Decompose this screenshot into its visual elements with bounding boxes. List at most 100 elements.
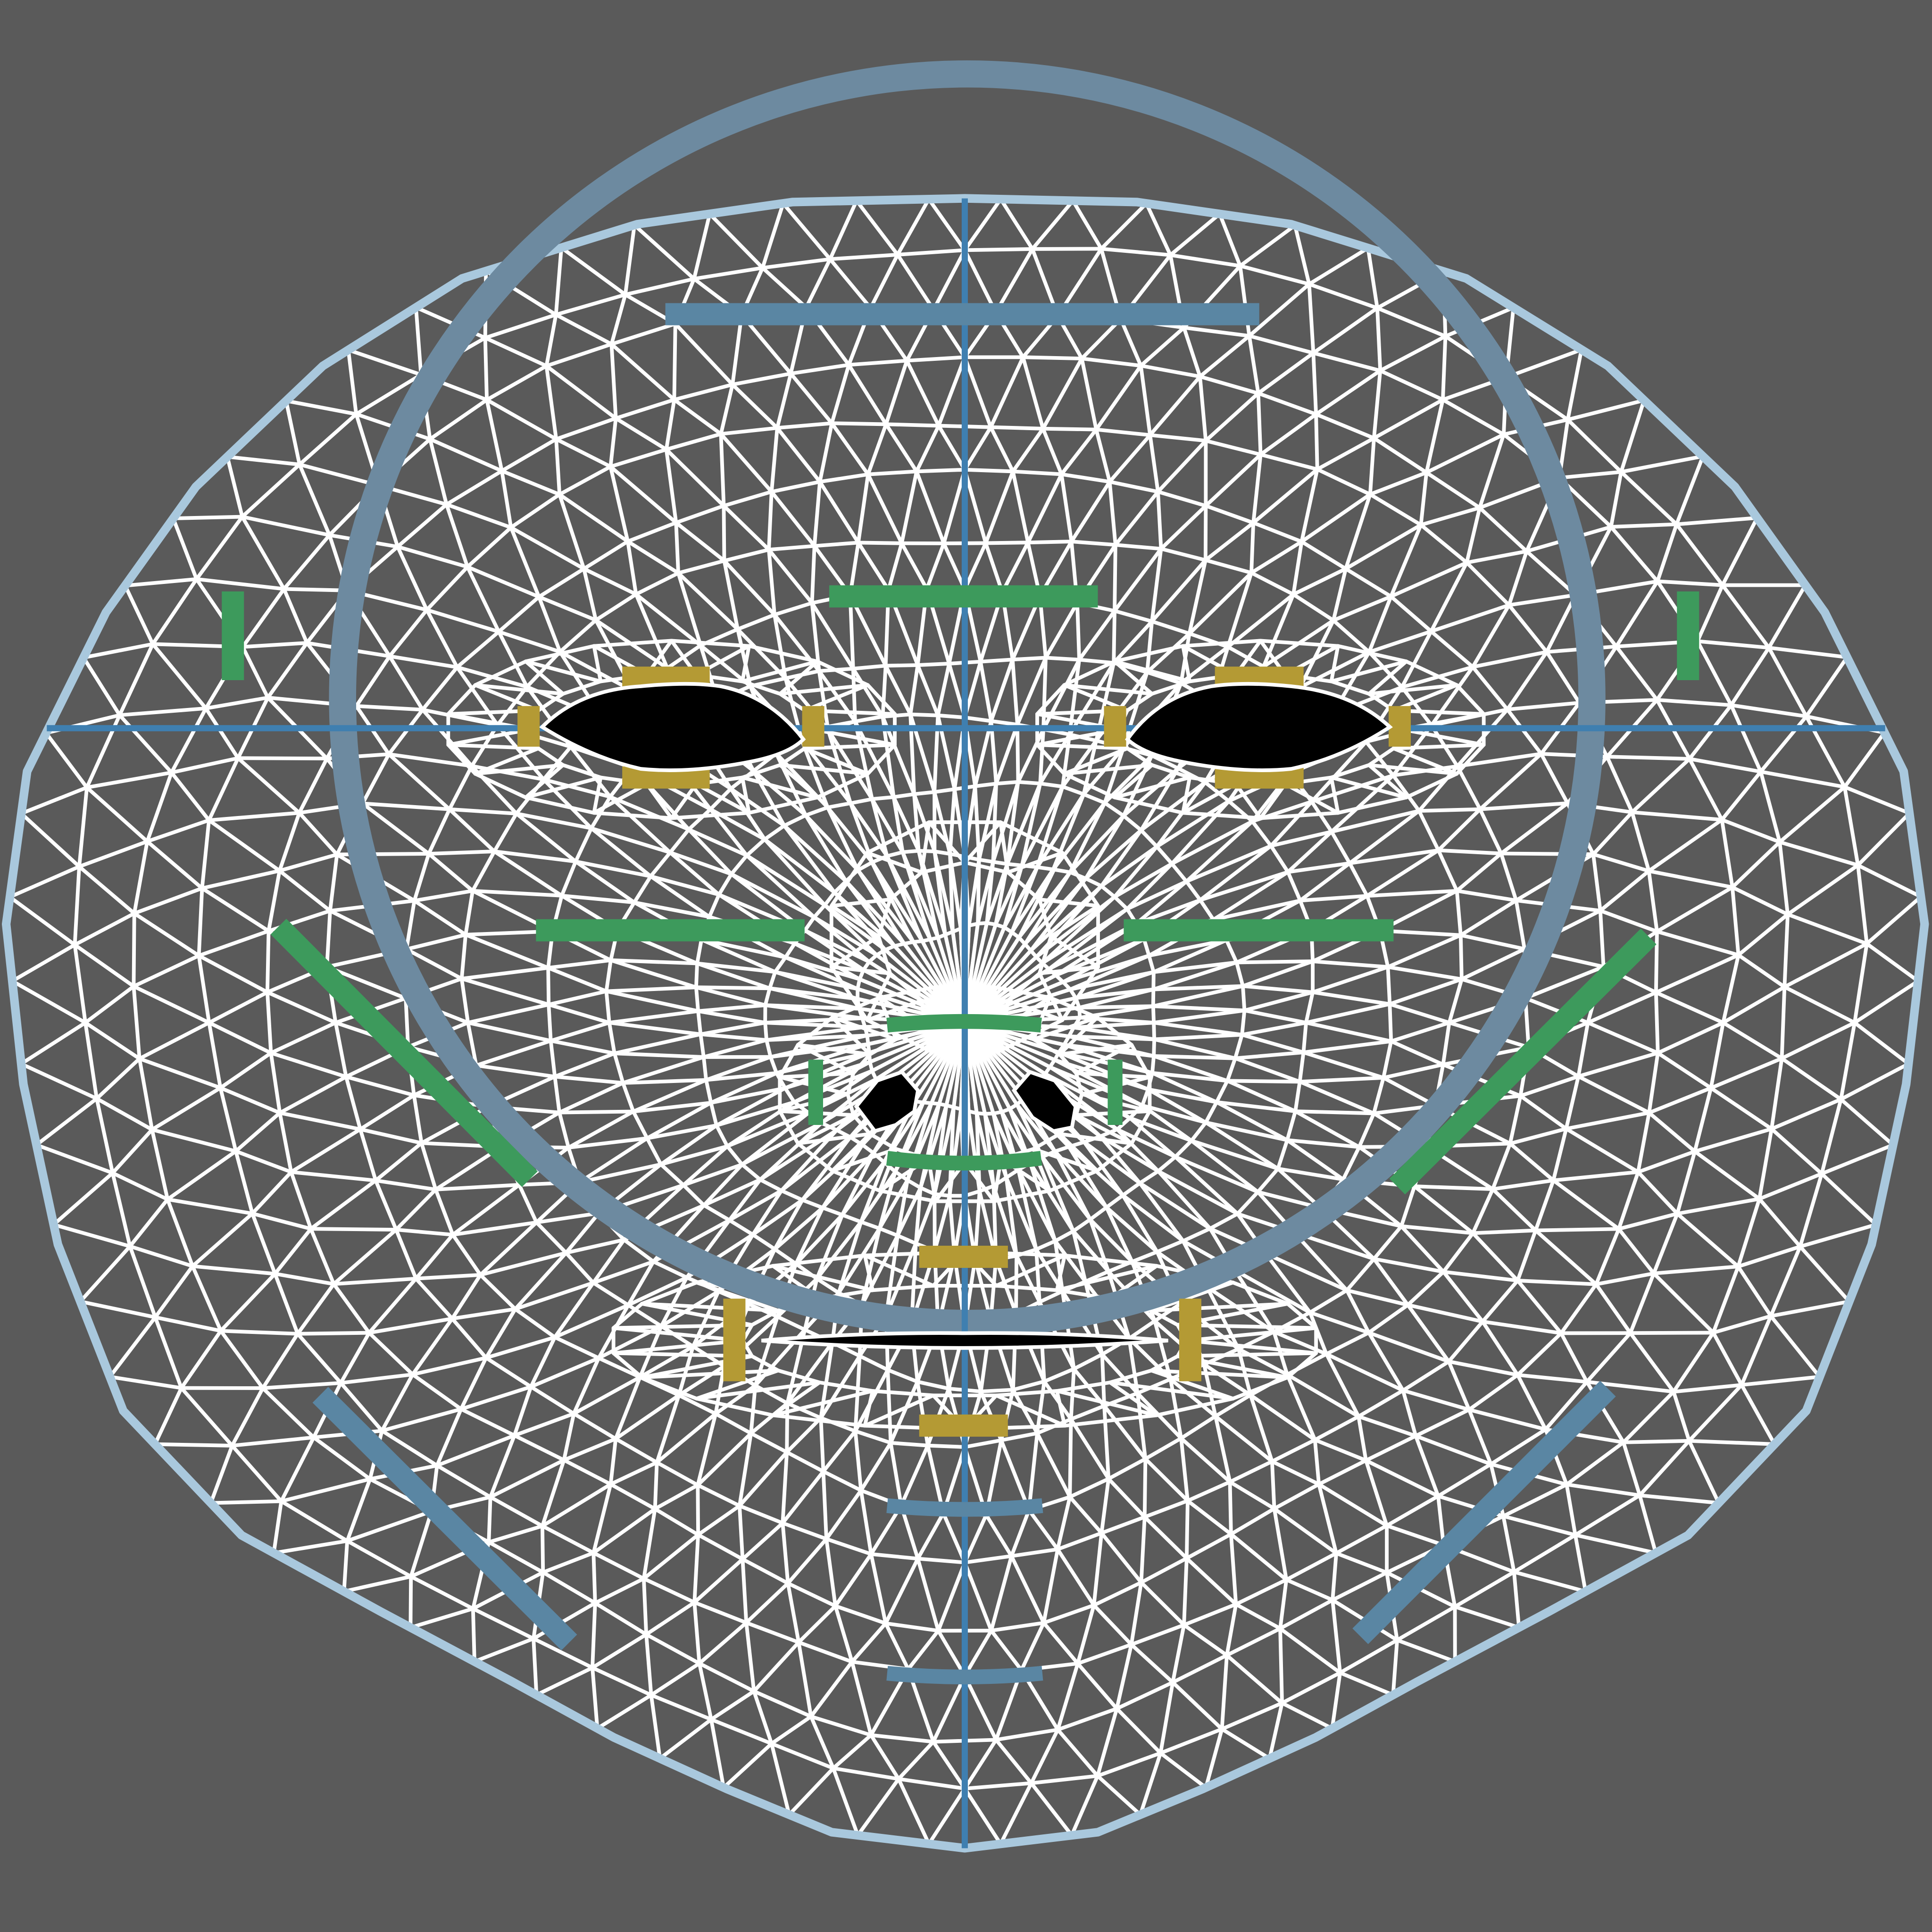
mesh-edge bbox=[653, 1460, 659, 1511]
mesh-edge bbox=[1151, 1004, 1156, 1025]
mesh-edge bbox=[1075, 601, 1081, 662]
mesh-edge bbox=[856, 541, 904, 545]
mouth bbox=[761, 1331, 1168, 1350]
mesh-edge bbox=[926, 1443, 967, 1449]
nose-top-guide bbox=[886, 1014, 1042, 1033]
mesh-edge bbox=[1417, 807, 1482, 813]
mesh-edge bbox=[979, 1388, 1015, 1393]
mesh-edge bbox=[1142, 1457, 1148, 1519]
mesh-edge bbox=[408, 1574, 413, 1630]
mesh-edge bbox=[1113, 543, 1117, 613]
mesh-edge bbox=[1044, 656, 1081, 662]
mesh-edge bbox=[1151, 987, 1156, 1008]
face-mesh-viewport bbox=[0, 0, 1932, 1932]
mesh-edge bbox=[1301, 1021, 1308, 1055]
mesh-edge bbox=[1152, 1054, 1237, 1060]
mesh-edge bbox=[978, 658, 1015, 664]
mesh-edge bbox=[694, 961, 699, 990]
mesh-edge bbox=[1077, 1004, 1155, 1010]
mesh-edge bbox=[132, 911, 136, 989]
mesh-edge bbox=[641, 1576, 649, 1637]
mesh-edge bbox=[870, 795, 896, 801]
mesh-edge bbox=[830, 421, 888, 426]
mesh-edge bbox=[171, 515, 244, 520]
mesh-edge bbox=[296, 1331, 371, 1336]
mesh-edge bbox=[900, 849, 921, 854]
mesh-edge bbox=[1100, 1352, 1107, 1408]
mesh-edge bbox=[674, 521, 680, 575]
mesh-edge bbox=[1026, 540, 1074, 545]
mesh-edge bbox=[1241, 984, 1247, 1013]
mesh-edge bbox=[1278, 1626, 1284, 1705]
mesh-edge bbox=[915, 467, 967, 474]
mesh-edge bbox=[1293, 1109, 1376, 1116]
mesh-edge bbox=[1021, 355, 1084, 361]
mesh-edge bbox=[309, 1227, 398, 1232]
chin-lower-guide bbox=[886, 1666, 1043, 1684]
mesh-edge bbox=[908, 712, 940, 717]
mesh-edge bbox=[427, 849, 496, 856]
mesh-edge bbox=[701, 1055, 708, 1082]
mesh-edge bbox=[1228, 1480, 1233, 1536]
mesh-edge bbox=[694, 985, 700, 1013]
mesh-edge bbox=[1609, 522, 1679, 529]
mesh-edge bbox=[282, 587, 350, 592]
mesh-edge bbox=[989, 425, 1045, 431]
mesh-edge bbox=[1270, 1459, 1276, 1511]
mesh-edge bbox=[1112, 609, 1116, 665]
mesh-edge bbox=[912, 790, 937, 796]
mesh-edge bbox=[994, 780, 1020, 786]
mesh-edge bbox=[1041, 656, 1048, 732]
mesh-edge bbox=[1184, 1499, 1190, 1560]
mesh-edge bbox=[983, 541, 1030, 545]
mesh-edge bbox=[1240, 1008, 1247, 1037]
chin-upper-guide bbox=[886, 1498, 1043, 1517]
mesh-edge bbox=[1621, 1439, 1691, 1444]
mesh-edge bbox=[1035, 865, 1055, 872]
face-mesh-diagram bbox=[0, 0, 1932, 1932]
mesh-edge bbox=[1605, 755, 1691, 761]
mesh-edge bbox=[153, 1442, 234, 1448]
mesh-edge bbox=[763, 1021, 768, 1042]
mesh-edge bbox=[1654, 991, 1660, 1055]
mesh-edge bbox=[1016, 723, 1020, 784]
mesh-edge bbox=[483, 336, 489, 402]
mesh-edge bbox=[1068, 1417, 1073, 1499]
mesh-edge bbox=[1234, 959, 1315, 965]
mesh-edge bbox=[694, 985, 772, 991]
mesh-edge bbox=[973, 782, 998, 788]
mesh-edge bbox=[977, 858, 995, 864]
mesh-edge bbox=[1654, 929, 1659, 995]
mesh-edge bbox=[1041, 426, 1099, 432]
mesh-edge bbox=[1249, 521, 1256, 575]
mesh-edge bbox=[916, 662, 951, 667]
mesh-edge bbox=[558, 1109, 635, 1115]
mesh-edge bbox=[1533, 1227, 1621, 1232]
mesh-edge bbox=[1150, 1054, 1156, 1075]
mesh-edge bbox=[1458, 933, 1464, 981]
mesh-edge bbox=[471, 1607, 476, 1664]
mesh-edge bbox=[810, 544, 816, 605]
mesh-edge bbox=[819, 1416, 825, 1474]
mesh-edge bbox=[1225, 1079, 1302, 1084]
mesh-edge bbox=[1010, 656, 1048, 662]
mesh-edge bbox=[884, 422, 941, 428]
mesh-edge bbox=[1005, 862, 1024, 867]
mesh-edge bbox=[1314, 412, 1319, 471]
mesh-edge bbox=[1151, 970, 1156, 991]
mesh-edge bbox=[540, 1524, 545, 1574]
mesh-edge bbox=[963, 247, 1034, 252]
mesh-edge bbox=[1016, 780, 1042, 786]
mesh-edge bbox=[883, 663, 920, 668]
mesh-edge bbox=[696, 1009, 703, 1036]
mesh-edge bbox=[547, 1002, 553, 1043]
mesh-edge bbox=[546, 966, 551, 1007]
mesh-edge bbox=[936, 713, 967, 720]
mesh-edge bbox=[1256, 391, 1263, 457]
mesh-edge bbox=[1388, 1002, 1393, 1043]
nose-bottom-guide bbox=[886, 1150, 1042, 1171]
mesh-edge bbox=[265, 929, 271, 994]
mesh-edge bbox=[672, 322, 677, 402]
mesh-edge bbox=[963, 467, 1015, 474]
mesh-edge bbox=[209, 1499, 283, 1505]
